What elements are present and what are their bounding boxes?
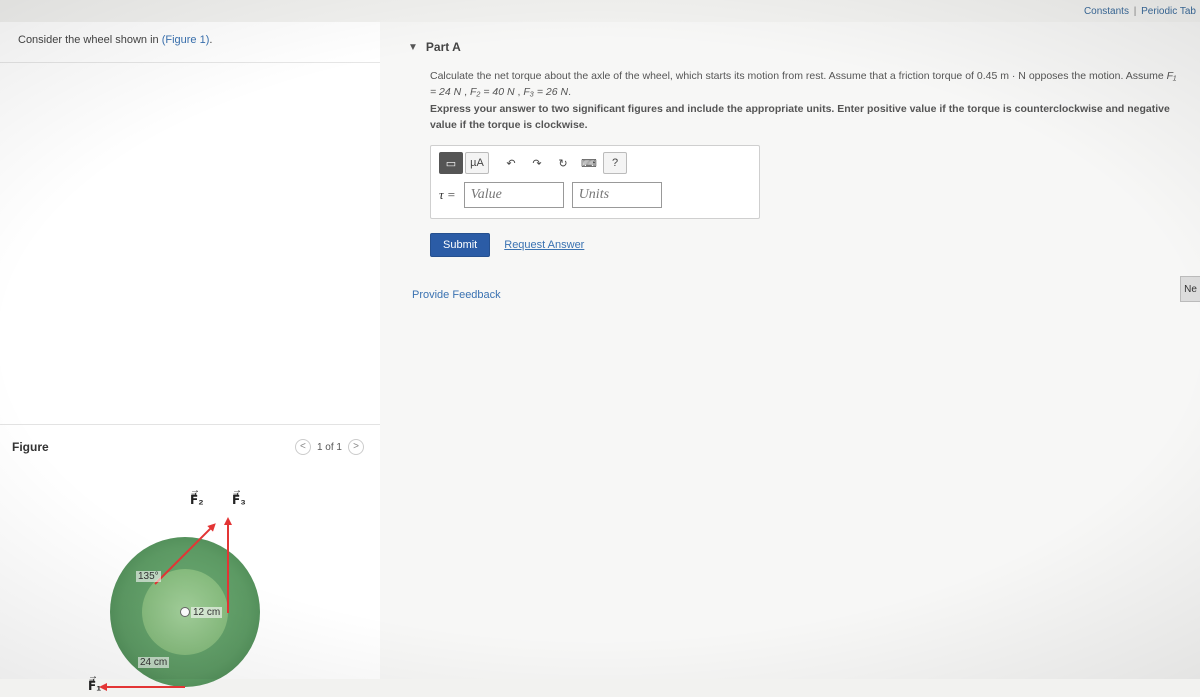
toolbar: ▭ µA ↶ ↷ ↻ ⌨ ? — [439, 152, 751, 174]
collapse-icon: ▼ — [408, 42, 418, 53]
figure-title: Figure — [12, 440, 49, 454]
instr-f2: F₂ = 40 N — [470, 86, 515, 98]
figure-panel: Figure < 1 of 1 > F⃗₂ F⃗₃ F⃗₁ 135° 12 cm… — [0, 424, 380, 679]
inner-radius-label: 12 cm — [191, 607, 222, 618]
instr-f3: F₃ = 26 N — [523, 86, 568, 98]
submit-button[interactable]: Submit — [430, 233, 490, 257]
outer-radius-label: 24 cm — [138, 657, 169, 668]
figure-link[interactable]: (Figure 1) — [162, 34, 210, 46]
periodic-table-link[interactable]: Periodic Tab — [1141, 6, 1196, 17]
reset-button[interactable]: ↻ — [551, 152, 575, 174]
part-a-title: Part A — [426, 40, 461, 54]
part-a-instructions: Calculate the net torque about the axle … — [430, 68, 1180, 133]
top-links: Constants | Periodic Tab — [1084, 6, 1196, 17]
figure-pager-label: 1 of 1 — [317, 442, 342, 453]
help-button[interactable]: ? — [603, 152, 627, 174]
redo-button[interactable]: ↷ — [525, 152, 549, 174]
part-a-header[interactable]: ▼ Part A — [408, 40, 1180, 54]
problem-intro: Consider the wheel shown in — [18, 34, 162, 46]
mu-a-button[interactable]: µA — [465, 152, 489, 174]
f3-label: F⃗₃ — [232, 493, 246, 507]
f1-label: F⃗₁ — [88, 679, 101, 693]
problem-statement: Consider the wheel shown in (Figure 1). — [0, 22, 380, 63]
answer-box: ▭ µA ↶ ↷ ↻ ⌨ ? τ = — [430, 145, 760, 219]
left-column: Consider the wheel shown in (Figure 1). … — [0, 22, 380, 679]
instr-line-2: Express your answer to two significant f… — [430, 103, 1170, 131]
template-button[interactable]: ▭ — [439, 152, 463, 174]
next-button[interactable]: Ne — [1180, 276, 1200, 302]
instr-text-2: opposes the motion. Assume — [1026, 70, 1167, 82]
right-column: ▼ Part A Calculate the net torque about … — [380, 22, 1200, 679]
undo-button[interactable]: ↶ — [499, 152, 523, 174]
provide-feedback-link[interactable]: Provide Feedback — [412, 289, 501, 301]
value-input[interactable] — [464, 182, 564, 208]
f3-arrow — [227, 523, 229, 613]
f2-label: F⃗₂ — [190, 493, 204, 507]
angle-label: 135° — [136, 571, 161, 582]
feedback-row: Provide Feedback — [412, 289, 1180, 301]
constants-link[interactable]: Constants — [1084, 6, 1129, 17]
figure-pager: < 1 of 1 > — [295, 439, 364, 455]
tau-label: τ = — [439, 187, 456, 203]
units-input[interactable] — [572, 182, 662, 208]
figure-canvas: F⃗₂ F⃗₃ F⃗₁ 135° 12 cm 24 cm — [60, 467, 320, 697]
instr-sep1: , — [461, 86, 470, 98]
figure-prev-button[interactable]: < — [295, 439, 311, 455]
f1-arrow — [105, 686, 185, 688]
instr-period: . — [568, 86, 571, 98]
figure-next-button[interactable]: > — [348, 439, 364, 455]
keyboard-button[interactable]: ⌨ — [577, 152, 601, 174]
action-row: Submit Request Answer — [430, 233, 1180, 257]
request-answer-link[interactable]: Request Answer — [504, 239, 584, 251]
input-row: τ = — [439, 182, 751, 208]
instr-units: m · N — [1000, 70, 1026, 82]
wheel-hub — [180, 607, 190, 617]
instr-text-1: Calculate the net torque about the axle … — [430, 70, 1000, 82]
